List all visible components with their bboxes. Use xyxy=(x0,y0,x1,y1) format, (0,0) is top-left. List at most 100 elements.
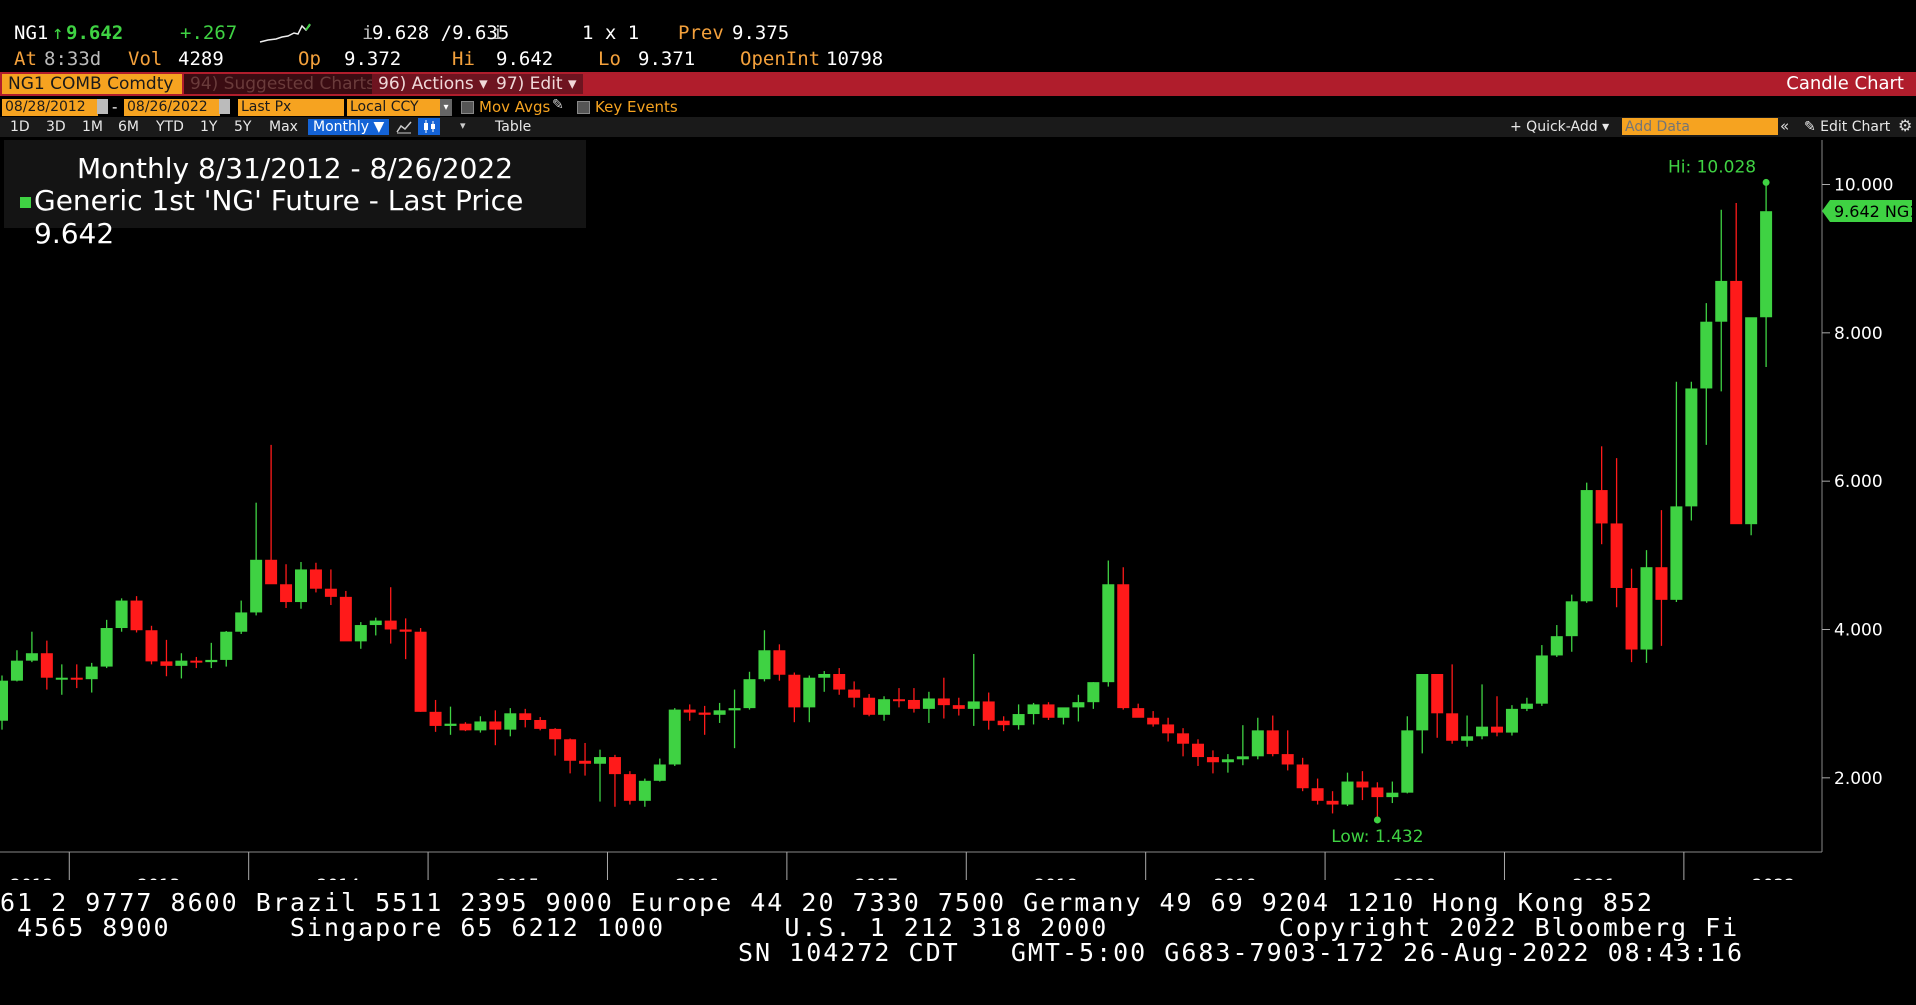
candle xyxy=(205,642,218,669)
candle xyxy=(1326,791,1339,814)
candle-body xyxy=(175,660,188,666)
candle-body xyxy=(833,674,846,690)
security-field[interactable]: NG1 COMB Comdty xyxy=(2,74,182,94)
collapse-icon[interactable]: « xyxy=(1780,117,1789,135)
candle-body xyxy=(489,721,502,730)
candle xyxy=(1655,510,1668,646)
ticker: NG1 xyxy=(14,22,49,44)
candle xyxy=(893,688,905,708)
candle xyxy=(354,622,367,649)
end-calendar-icon[interactable] xyxy=(219,99,230,114)
mov-avgs-checkbox[interactable] xyxy=(461,101,474,114)
candle-body xyxy=(788,674,801,708)
actions-menu[interactable]: 96) Actions ▾ xyxy=(372,74,494,94)
price-field-select[interactable]: Last Px xyxy=(238,99,344,116)
y-tick-label: 6.000 xyxy=(1834,472,1883,492)
currency-select[interactable]: Local CCY xyxy=(347,99,443,116)
legend-title: Monthly 8/31/2012 - 8/26/2022 xyxy=(76,152,514,185)
candle-body xyxy=(1132,708,1145,718)
candle xyxy=(1371,782,1384,821)
candle xyxy=(743,671,756,710)
candle-body xyxy=(653,764,666,781)
range-button-ytd[interactable]: YTD xyxy=(156,119,184,135)
candle-chart-icon[interactable] xyxy=(418,118,440,135)
gear-icon[interactable]: ⚙ xyxy=(1898,116,1912,135)
candle-body xyxy=(0,680,8,721)
candle xyxy=(579,742,592,776)
candle-body xyxy=(549,728,562,740)
candle-body xyxy=(1700,321,1713,389)
range-button-1d[interactable]: 1D xyxy=(10,119,30,135)
range-button-1m[interactable]: 1M xyxy=(82,119,103,135)
candle xyxy=(1192,739,1204,766)
candle xyxy=(265,444,278,585)
prev-value: 9.375 xyxy=(732,22,790,44)
key-events-checkbox[interactable] xyxy=(577,101,590,114)
range-button-6m[interactable]: 6M xyxy=(118,119,139,135)
candle-body xyxy=(1461,736,1474,741)
suggested-charts-button[interactable]: 94) Suggested Charts xyxy=(184,74,382,94)
up-arrow-icon: ↑ xyxy=(52,22,64,44)
candle-body xyxy=(1087,682,1100,703)
candle-body xyxy=(863,697,876,715)
line-chart-icon[interactable] xyxy=(396,120,412,134)
candle-body xyxy=(474,721,487,731)
net-change: +.267 xyxy=(180,22,238,44)
start-date-field[interactable]: 08/28/2012 xyxy=(2,99,98,116)
candle xyxy=(1102,560,1115,687)
candle-body xyxy=(1505,708,1518,733)
candle xyxy=(1685,381,1698,521)
candle xyxy=(1147,711,1160,727)
candle-body xyxy=(1640,567,1653,650)
range-button-3d[interactable]: 3D xyxy=(46,119,66,135)
quick-add-button[interactable]: + Quick-Add ▾ xyxy=(1510,119,1609,135)
candle xyxy=(997,716,1010,732)
range-button-5y[interactable]: 5Y xyxy=(234,119,251,135)
candle-body xyxy=(594,757,606,764)
candle xyxy=(1625,568,1638,663)
end-date-field[interactable]: 08/26/2022 xyxy=(124,99,220,116)
candle xyxy=(175,653,188,679)
candle xyxy=(1550,625,1563,657)
candle xyxy=(1072,694,1085,722)
candle xyxy=(848,681,861,708)
range-button-max[interactable]: Max xyxy=(269,119,298,135)
candle-body xyxy=(25,653,38,661)
ask-suffix: i xyxy=(492,22,504,44)
candle xyxy=(1386,781,1399,804)
range-button-1y[interactable]: 1Y xyxy=(200,119,217,135)
key-events-label[interactable]: Key Events xyxy=(595,98,678,116)
candle xyxy=(40,640,53,690)
table-button[interactable]: Table xyxy=(495,119,531,135)
candle xyxy=(70,664,83,689)
candle-body xyxy=(818,674,831,678)
candle xyxy=(863,694,876,717)
pencil-icon[interactable]: ✎ xyxy=(552,97,564,113)
chart-style-dropdown-icon[interactable]: ▾ xyxy=(460,119,466,132)
edit-menu[interactable]: 97) Edit ▾ xyxy=(490,74,583,94)
candle xyxy=(1565,594,1578,652)
edit-chart-button[interactable]: ✎ Edit Chart xyxy=(1804,119,1890,135)
bid-ask-size: 1 x 1 xyxy=(582,22,640,44)
candle-body xyxy=(10,660,23,681)
candle-body xyxy=(70,677,83,680)
vol-label: Vol xyxy=(128,48,163,70)
candle xyxy=(250,502,263,616)
candle xyxy=(1341,772,1354,807)
candle xyxy=(1580,482,1593,603)
candle xyxy=(1700,303,1713,445)
candle xyxy=(1760,182,1773,367)
candle xyxy=(1221,754,1234,773)
currency-dropdown-icon[interactable]: ▾ xyxy=(440,99,452,116)
candle-body xyxy=(295,569,307,603)
mov-avgs-label[interactable]: Mov Avgs xyxy=(479,98,550,116)
candle-body xyxy=(1535,655,1548,704)
x-tick-label: 2019 xyxy=(1214,876,1257,880)
candle-body xyxy=(1386,792,1399,798)
start-calendar-icon[interactable] xyxy=(97,99,108,114)
period-select[interactable]: Monthly ▼ xyxy=(308,119,390,135)
add-data-input[interactable] xyxy=(1622,118,1778,135)
candle xyxy=(1132,703,1145,718)
high-marker xyxy=(1762,178,1770,186)
candle xyxy=(922,691,935,723)
